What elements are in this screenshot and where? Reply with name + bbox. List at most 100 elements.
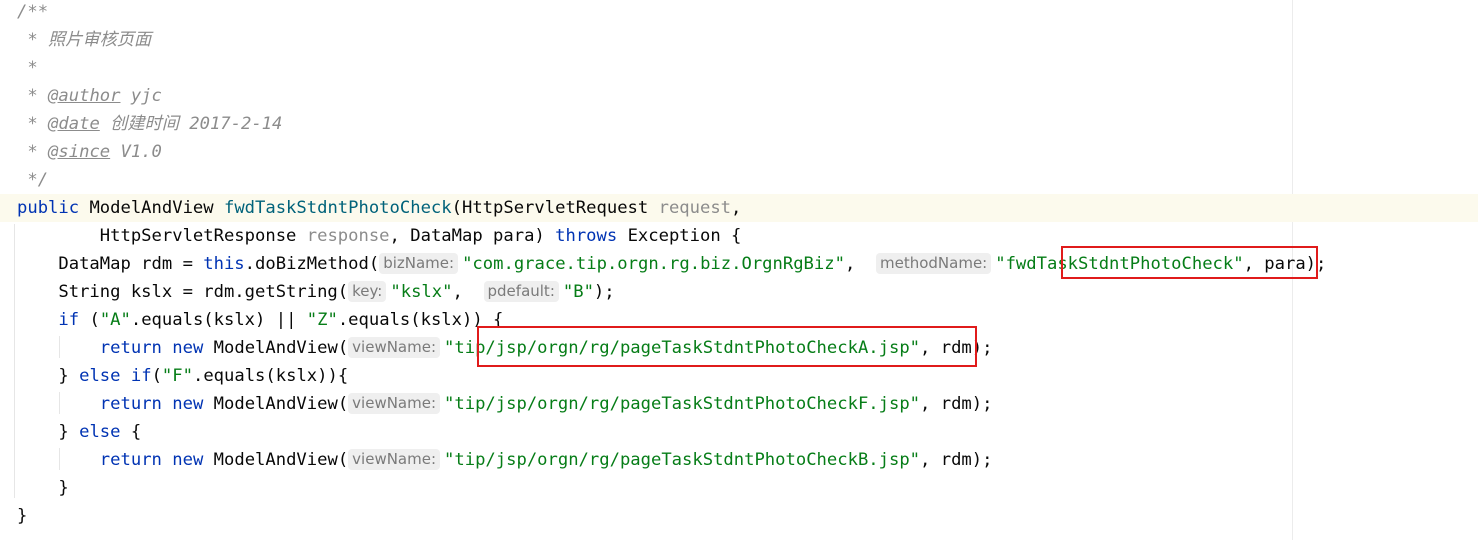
code-text: } xyxy=(17,478,69,498)
keyword: return xyxy=(99,394,162,414)
comment-text: V1.0 xyxy=(110,142,162,162)
code-line[interactable]: /** xyxy=(0,0,1478,26)
code-text: ); xyxy=(593,282,615,302)
code-text: HttpServletResponse xyxy=(17,226,307,246)
comment-text: * xyxy=(17,142,49,162)
code-text: .equals(kslx)){ xyxy=(192,366,349,386)
code-text: } xyxy=(17,422,80,442)
string-literal: "tip/jsp/orgn/rg/pageTaskStdntPhotoCheck… xyxy=(444,338,921,358)
code-text: , rdm); xyxy=(920,450,993,470)
parameter-hint: bizName: xyxy=(379,253,459,274)
code-text: (HttpServletRequest xyxy=(451,198,659,218)
code-line[interactable]: } xyxy=(0,502,1478,530)
code-line[interactable]: public ModelAndView fwdTaskStdntPhotoChe… xyxy=(0,194,1478,222)
code-text: ( xyxy=(151,366,162,386)
parameter-hint: viewName: xyxy=(348,337,441,358)
method-name: fwdTaskStdntPhotoCheck xyxy=(223,198,452,218)
code-text: , para); xyxy=(1243,254,1327,274)
code-line[interactable]: } else if("F".equals(kslx)){ xyxy=(0,362,1478,390)
comment-text: * xyxy=(17,114,49,134)
code-text: .equals(kslx)) { xyxy=(337,310,504,330)
code-line[interactable]: DataMap rdm = this.doBizMethod(bizName: "… xyxy=(0,250,1478,278)
code-text: , DataMap para) xyxy=(389,226,556,246)
code-line[interactable]: if ("A".equals(kslx) || "Z".equals(kslx)… xyxy=(0,306,1478,334)
code-text: , rdm); xyxy=(920,338,993,358)
string-literal: "com.grace.tip.orgn.rg.biz.OrgnRgBiz" xyxy=(462,254,845,274)
parameter-name: request xyxy=(658,198,732,218)
comment-text: 创建时间 2017-2-14 xyxy=(99,114,283,134)
string-literal: "fwdTaskStdntPhotoCheck" xyxy=(995,254,1244,274)
keyword: new xyxy=(172,394,204,414)
string-literal: "tip/jsp/orgn/rg/pageTaskStdntPhotoCheck… xyxy=(444,394,921,414)
code-text: } xyxy=(17,506,28,526)
code-line[interactable]: } else { xyxy=(0,418,1478,446)
code-line[interactable]: return new ModelAndView(viewName: "tip/js… xyxy=(0,334,1478,362)
code-editor[interactable]: /** * 照片审核页面 * * @author yjc * @date 创建时… xyxy=(0,0,1478,540)
code-line[interactable]: * xyxy=(0,54,1478,82)
javadoc-tag: @date xyxy=(48,114,100,134)
parameter-hint: pdefault: xyxy=(483,281,559,302)
parameter-hint: key: xyxy=(348,281,387,302)
code-text: .equals(kslx) || xyxy=(130,310,307,330)
parameter-hint: viewName: xyxy=(348,393,441,414)
string-literal: "Z" xyxy=(306,310,338,330)
code-text: ( xyxy=(79,310,100,330)
code-text: { xyxy=(120,422,142,442)
string-literal: "A" xyxy=(99,310,131,330)
keyword: this xyxy=(203,254,245,274)
keyword: return xyxy=(99,450,162,470)
code-line[interactable]: * 照片审核页面 xyxy=(0,26,1478,54)
code-line[interactable]: String kslx = rdm.getString(key: "kslx", … xyxy=(0,278,1478,306)
parameter-hint: viewName: xyxy=(348,449,441,470)
string-literal: "F" xyxy=(161,366,193,386)
keyword: return xyxy=(99,338,162,358)
keyword: if xyxy=(58,310,80,330)
code-line[interactable]: return new ModelAndView(viewName: "tip/js… xyxy=(0,446,1478,474)
keyword: if xyxy=(130,366,152,386)
keyword: else xyxy=(79,366,121,386)
code-line[interactable]: * @author yjc xyxy=(0,82,1478,110)
javadoc-tag: @since xyxy=(48,142,111,162)
code-text: ModelAndView( xyxy=(203,338,349,358)
code-text: Exception { xyxy=(617,226,742,246)
keyword: new xyxy=(172,338,204,358)
comment-text: yjc xyxy=(120,86,162,106)
keyword: public xyxy=(17,198,80,218)
comment-text: * xyxy=(17,86,49,106)
code-line[interactable]: * @date 创建时间 2017-2-14 xyxy=(0,110,1478,138)
code-text: DataMap rdm = xyxy=(17,254,204,274)
code-text: , xyxy=(452,282,484,302)
code-text: .doBizMethod( xyxy=(244,254,380,274)
keyword: else xyxy=(79,422,121,442)
string-literal: "tip/jsp/orgn/rg/pageTaskStdntPhotoCheck… xyxy=(444,450,921,470)
parameter-hint: methodName: xyxy=(876,253,992,274)
code-text: , rdm); xyxy=(920,394,993,414)
keyword: new xyxy=(172,450,204,470)
code-line[interactable]: HttpServletResponse response, DataMap pa… xyxy=(0,222,1478,250)
code-text: ModelAndView( xyxy=(203,450,349,470)
comment-text: * 照片审核页面 xyxy=(17,30,152,50)
keyword: throws xyxy=(555,226,618,246)
parameter-name: response xyxy=(306,226,390,246)
javadoc-tag: @author xyxy=(48,86,121,106)
comment-text: * xyxy=(17,58,38,78)
comment-text: /** xyxy=(17,2,49,22)
code-line[interactable]: * @since V1.0 xyxy=(0,138,1478,166)
code-text: ModelAndView xyxy=(79,198,224,218)
string-literal: "kslx" xyxy=(390,282,453,302)
code-text: , xyxy=(731,198,742,218)
string-literal: "B" xyxy=(562,282,594,302)
code-text: } xyxy=(17,366,80,386)
code-line[interactable]: } xyxy=(0,474,1478,502)
code-line[interactable]: */ xyxy=(0,166,1478,194)
code-line[interactable]: return new ModelAndView(viewName: "tip/js… xyxy=(0,390,1478,418)
comment-text: */ xyxy=(17,170,49,190)
